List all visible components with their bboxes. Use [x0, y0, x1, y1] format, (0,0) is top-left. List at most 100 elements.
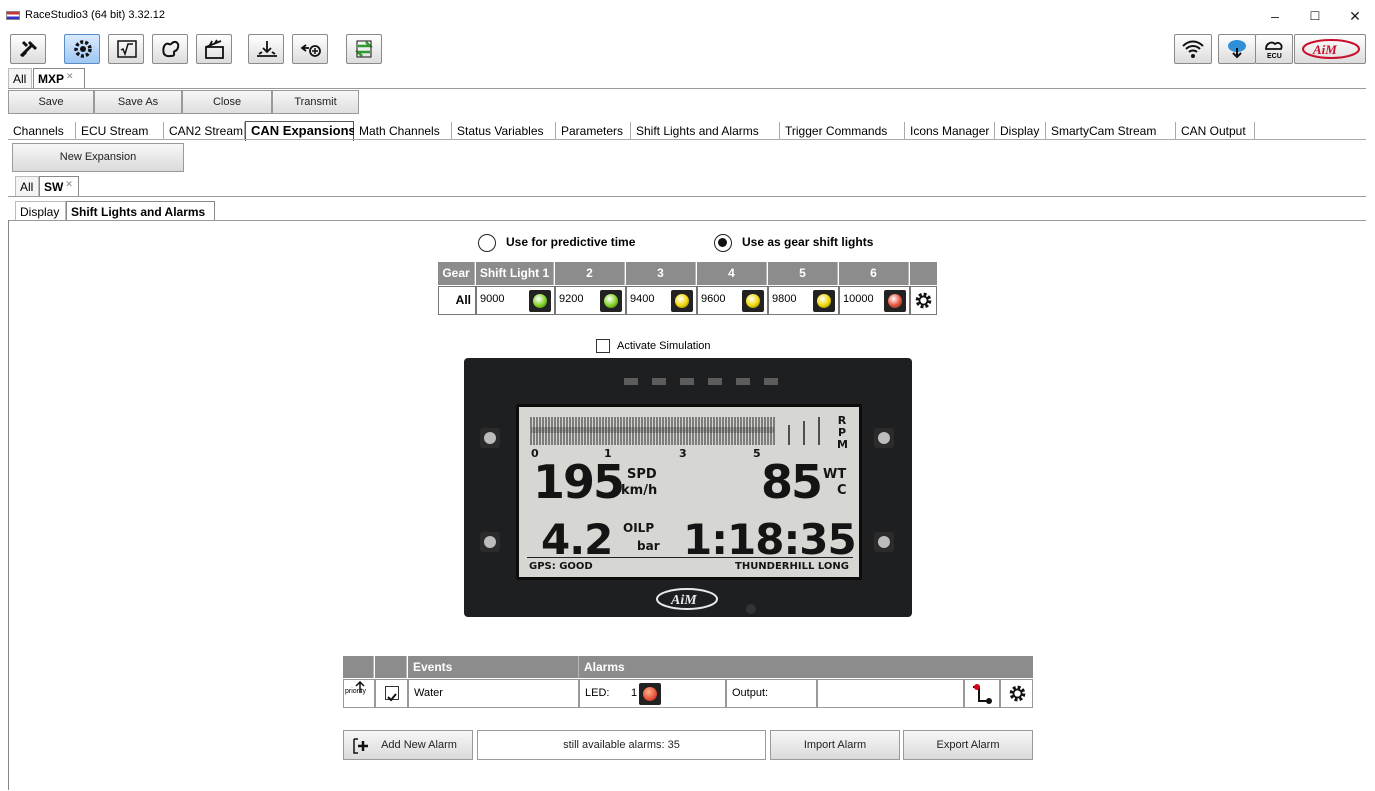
lcd-divider	[527, 557, 853, 558]
tab-trigger-commands[interactable]: Trigger Commands	[780, 122, 905, 140]
aim-logo-button[interactable]: AiM	[1294, 34, 1366, 64]
plug-add-icon	[300, 44, 321, 57]
tab-channels[interactable]: Channels	[8, 122, 76, 140]
wifi-button[interactable]	[1174, 34, 1212, 64]
shift-light-1-cell[interactable]: 9000	[476, 286, 555, 315]
checkmark-icon	[387, 693, 397, 702]
connect-button[interactable]	[292, 34, 328, 64]
ecu-cloud-button[interactable]: ECU	[1255, 34, 1293, 64]
alarm-enable-cell	[375, 679, 408, 708]
tab-all-expansions[interactable]: All	[15, 176, 39, 196]
new-expansion-button[interactable]: New Expansion	[12, 143, 184, 172]
tab-math-channels[interactable]: Math Channels	[354, 122, 452, 140]
save-button[interactable]: Save	[8, 90, 94, 114]
alarm-output-config-button[interactable]	[964, 679, 1000, 708]
led-icon[interactable]	[742, 290, 764, 312]
import-alarm-button[interactable]: Import Alarm	[770, 730, 900, 760]
activate-simulation-checkbox[interactable]	[596, 339, 610, 353]
wifi-icon	[1182, 40, 1204, 58]
led-bulb	[604, 294, 618, 308]
alarm-led-cell[interactable]: LED: 1	[579, 679, 726, 708]
data-download-button[interactable]	[248, 34, 284, 64]
tab-display[interactable]: Display	[995, 122, 1046, 140]
gear-icon	[915, 292, 932, 309]
rpm-value: 9000	[480, 293, 505, 305]
close-tab-icon[interactable]: ✕	[65, 179, 73, 189]
tab-can2-stream[interactable]: CAN2 Stream	[164, 122, 245, 140]
row-label-all: All	[438, 286, 476, 315]
window-title: RaceStudio3 (64 bit) 3.32.12	[25, 9, 166, 21]
tab-can-output[interactable]: CAN Output	[1176, 122, 1255, 140]
tab-ecu-stream[interactable]: ECU Stream	[76, 122, 164, 140]
transfer-button[interactable]	[346, 34, 382, 64]
alarm-output-value[interactable]	[817, 679, 964, 708]
tab-all-devices[interactable]: All	[8, 68, 32, 88]
shift-led	[708, 378, 722, 385]
header-shift-light-4: 4	[697, 262, 767, 285]
led-icon[interactable]	[529, 290, 551, 312]
led-icon[interactable]	[813, 290, 835, 312]
video-button[interactable]	[196, 34, 232, 64]
tab-status-variables[interactable]: Status Variables	[452, 122, 556, 140]
priority-cell[interactable]: priority	[343, 679, 375, 708]
shift-led	[680, 378, 694, 385]
export-alarm-button[interactable]: Export Alarm	[903, 730, 1033, 760]
close-tab-icon[interactable]: ✕	[66, 71, 74, 81]
content-border	[8, 220, 9, 790]
math-button[interactable]	[108, 34, 144, 64]
predictive-time-radio[interactable]	[478, 234, 496, 252]
divider	[8, 196, 1366, 197]
alarm-output-label: Output:	[726, 679, 817, 708]
alarm-enabled-checkbox[interactable]	[385, 686, 399, 702]
tab-can-expansions[interactable]: CAN Expansions	[245, 121, 356, 141]
header-alarms: Alarms	[579, 656, 1033, 678]
divider	[8, 220, 1366, 221]
available-alarms-status: still available alarms: 35	[477, 730, 766, 760]
save-as-button[interactable]: Save As	[94, 90, 182, 114]
transfer-arrows-icon	[354, 40, 374, 58]
gear-shift-lights-label: Use as gear shift lights	[742, 235, 874, 249]
alarm-settings-button[interactable]	[1000, 679, 1033, 708]
tab-parameters[interactable]: Parameters	[556, 122, 631, 140]
rpm-value: 9600	[701, 293, 726, 305]
predictive-time-label: Use for predictive time	[506, 235, 636, 249]
gear-shift-lights-radio[interactable]	[714, 234, 732, 252]
led-icon[interactable]	[671, 290, 693, 312]
rpm-scale-label: 3	[679, 447, 687, 460]
download-data-icon	[257, 41, 277, 57]
shift-light-6-cell[interactable]: 10000	[839, 286, 910, 315]
speed-value: 195	[533, 455, 625, 509]
led-bulb	[817, 294, 831, 308]
tab-sw-shift-lights-alarms[interactable]: Shift Lights and Alarms	[66, 201, 215, 221]
side-led	[874, 532, 894, 552]
minimize-button[interactable]: –	[1255, 4, 1295, 28]
shift-led	[624, 378, 638, 385]
tracks-button[interactable]	[152, 34, 188, 64]
maximize-button[interactable]: ☐	[1295, 4, 1335, 28]
alarm-led-icon[interactable]	[639, 683, 661, 705]
shift-led	[764, 378, 778, 385]
shift-light-3-cell[interactable]: 9400	[626, 286, 697, 315]
shift-light-4-cell[interactable]: 9600	[697, 286, 768, 315]
close-window-button[interactable]: ✕	[1335, 4, 1375, 28]
close-button[interactable]: Close	[182, 90, 272, 114]
configuration-button[interactable]	[64, 34, 100, 64]
add-new-alarm-button[interactable]: Add New Alarm	[343, 730, 473, 760]
tools-button[interactable]	[10, 34, 46, 64]
tab-sw-display[interactable]: Display	[15, 201, 66, 221]
oil-pressure-label: OILP	[623, 521, 655, 535]
tab-sw-expansion[interactable]: SW ✕	[39, 176, 79, 196]
tab-smartycam-stream[interactable]: SmartyCam Stream	[1046, 122, 1176, 140]
cloud-download-button[interactable]	[1218, 34, 1256, 64]
shift-light-2-cell[interactable]: 9200	[555, 286, 626, 315]
transmit-button[interactable]: Transmit	[272, 90, 359, 114]
alarm-event-name[interactable]: Water	[408, 679, 579, 708]
shift-light-5-cell[interactable]: 9800	[768, 286, 839, 315]
tab-shift-lights-alarms[interactable]: Shift Lights and Alarms	[631, 122, 780, 140]
tab-icons-manager[interactable]: Icons Manager	[905, 122, 995, 140]
led-icon[interactable]	[884, 290, 906, 312]
tab-mxp[interactable]: MXP ✕	[33, 68, 85, 88]
tab-label: Display	[20, 205, 60, 219]
led-icon[interactable]	[600, 290, 622, 312]
shift-settings-button[interactable]	[910, 286, 937, 315]
